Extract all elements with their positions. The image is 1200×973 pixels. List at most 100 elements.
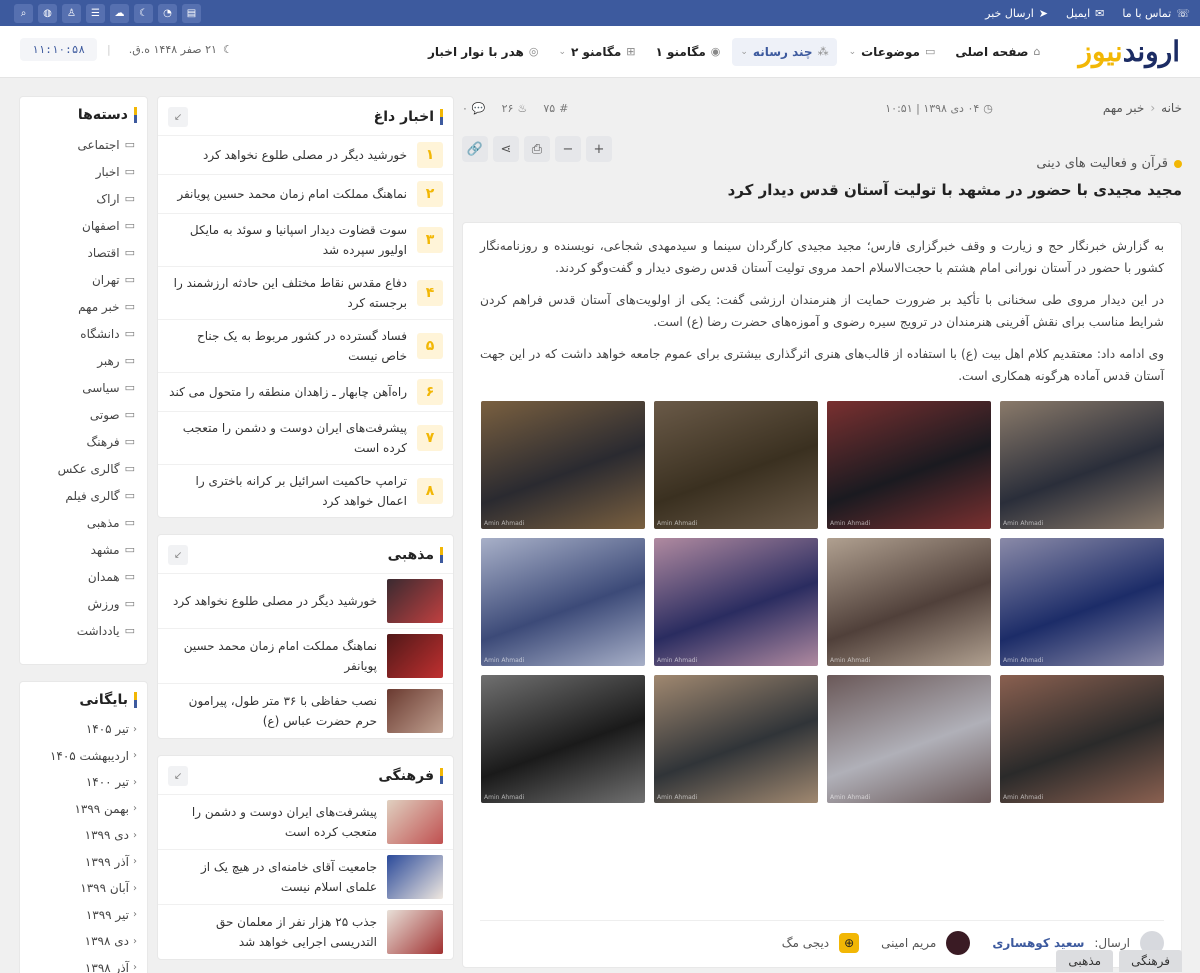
nav-item-4[interactable]: ⊞ مگامنو ۲ ⌄ [550, 38, 643, 66]
link-icon[interactable]: 🔗 [462, 136, 488, 162]
likes[interactable]: ♨ ۲۶ [502, 102, 528, 115]
list-item[interactable]: پیشرفت‌های ایران دوست و دشمن را متعجب کر… [158, 794, 453, 849]
tag-link[interactable]: فرهنگی [1119, 950, 1182, 972]
comments[interactable]: 💬 ۰ [462, 102, 486, 115]
list-item[interactable]: نماهنگ مملکت امام زمان محمد حسین پویانفر [158, 628, 453, 683]
list-item-title: ترامپ حاکمیت اسرائیل بر کرانه باختری را … [195, 474, 408, 508]
gallery-photo[interactable]: Amin Ahmadi [827, 401, 991, 529]
gallery-photo[interactable]: Amin Ahmadi [827, 675, 991, 803]
rss-icon[interactable]: ◔ [158, 3, 177, 23]
archive-item[interactable]: ‹ تیر ۱۴۰۰ [20, 769, 147, 796]
tag-link[interactable]: مذهبی [1056, 950, 1114, 972]
category-item[interactable]: ▭ مذهبی [20, 509, 147, 536]
category-item[interactable]: ▭ اخبار [20, 158, 147, 185]
font-increase-icon[interactable]: + [586, 136, 612, 162]
list-item[interactable]: ۸ ترامپ حاکمیت اسرائیل بر کرانه باختری را… [158, 464, 453, 517]
category-item[interactable]: ▭ دانشگاه [20, 320, 147, 347]
nav-item-5[interactable]: ◎ هدر با نوار اخبار [420, 38, 546, 66]
category-item[interactable]: ▭ خبر مهم [20, 293, 147, 320]
breadcrumb-category[interactable]: خبر مهم [1103, 101, 1144, 115]
category-item[interactable]: ▭ تهران [20, 266, 147, 293]
category-item[interactable]: ▭ یادداشت [20, 617, 147, 644]
list-item-title: پیشرفت‌های ایران دوست و دشمن را متعجب کر… [182, 421, 407, 455]
archive-item[interactable]: ‹ دی ۱۳۹۸ [20, 928, 147, 955]
category-item[interactable]: ▭ همدان [20, 563, 147, 590]
category-item[interactable]: ▭ سیاسی [20, 374, 147, 401]
list-item[interactable]: جذب ۲۵ هزار نفر از معلمان حق التدریسی اج… [158, 904, 453, 959]
contact-link[interactable]: ☏ تماس با ما [1122, 7, 1190, 20]
gallery-photo[interactable]: Amin Ahmadi [827, 538, 991, 666]
category-item[interactable]: ▭ اجتماعی [20, 131, 147, 158]
category-item[interactable]: ▭ اراک [20, 185, 147, 212]
list-item[interactable]: ۲ نماهنگ مملکت امام زمان محمد حسین پویانف… [158, 174, 453, 213]
gallery-photo[interactable]: Amin Ahmadi [1000, 401, 1164, 529]
gallery-photo[interactable]: Amin Ahmadi [1000, 538, 1164, 666]
folder-icon: ▭ [124, 273, 135, 286]
category-item[interactable]: ▭ اصفهان [20, 212, 147, 239]
category-item[interactable]: ▭ صوتی [20, 401, 147, 428]
database-icon[interactable]: ☰ [86, 3, 105, 23]
breadcrumb-home[interactable]: خانه [1161, 101, 1182, 115]
category-item[interactable]: ▭ اقتصاد [20, 239, 147, 266]
search-icon[interactable]: ⌕ [14, 3, 33, 23]
list-item[interactable]: نصب حفاظی با ۳۶ متر طول، پیرامون حرم حضر… [158, 683, 453, 738]
source-name[interactable]: دیجی مگ [782, 936, 829, 950]
send-news-link[interactable]: ➤ ارسال خبر [985, 7, 1048, 20]
archive-item[interactable]: ‹ تیر ۱۴۰۵ [20, 716, 147, 743]
cloud-icon[interactable]: ☁ [110, 3, 129, 23]
grid-icon: ⁂ [817, 45, 829, 58]
list-item[interactable]: ۶ راه‌آهن چابهار ـ زاهدان منطقه را متحول … [158, 372, 453, 411]
nav-item-1[interactable]: ▭ موضوعات ⌄ [841, 38, 944, 66]
list-item[interactable]: ۳ سوت قضاوت دیدار اسپانیا و سوئد به مایکل… [158, 213, 453, 266]
archive-item[interactable]: ‹ آذر ۱۳۹۸ [20, 955, 147, 973]
list-item[interactable]: ۷ پیشرفت‌های ایران دوست و دشمن را متعجب ک… [158, 411, 453, 464]
list-item[interactable]: خورشید دیگر در مصلی طلوع نخواهد کرد [158, 573, 453, 628]
arrow-icon[interactable]: ↙ [168, 766, 188, 786]
archive-item[interactable]: ‹ آبان ۱۳۹۹ [20, 875, 147, 902]
gallery-photo[interactable]: Amin Ahmadi [481, 675, 645, 803]
archive-item[interactable]: ‹ دی ۱۳۹۹ [20, 822, 147, 849]
gallery-photo[interactable]: Amin Ahmadi [654, 401, 818, 529]
category-item[interactable]: ▭ گالری فیلم [20, 482, 147, 509]
archive-item[interactable]: ‹ آذر ۱۳۹۹ [20, 849, 147, 876]
site-logo[interactable]: اروندنیوز [1078, 35, 1181, 68]
share-icon[interactable]: ⋖ [493, 136, 519, 162]
photo-caption: Amin Ahmadi [484, 794, 525, 801]
archive-item[interactable]: ‹ تیر ۱۳۹۹ [20, 902, 147, 929]
database-2-icon[interactable]: ▤ [182, 3, 201, 23]
article-title: مجید مجیدی با حضور در مشهد با تولیت آستا… [727, 181, 1182, 199]
list-item[interactable]: ۵ فساد گسترده در کشور مربوط به یک جناح خا… [158, 319, 453, 372]
user-icon[interactable]: ♙ [62, 3, 81, 23]
category-item[interactable]: ▭ رهبر [20, 347, 147, 374]
print-icon[interactable]: ⎙ [524, 136, 550, 162]
author-link[interactable]: سعید کوهساری [992, 936, 1084, 950]
nav-item-2[interactable]: ⁂ چند رسانه ⌄ [732, 37, 837, 66]
email-link[interactable]: ✉ ایمیل [1066, 7, 1104, 20]
list-item[interactable]: ۱ خورشید دیگر در مصلی طلوع نخواهد کرد [158, 135, 453, 174]
arrow-icon[interactable]: ↙ [168, 545, 188, 565]
nav-item-label: هدر با نوار اخبار [427, 44, 524, 59]
list-item[interactable]: جامعیت آقای خامنه‌ای در هیچ یک از علمای … [158, 849, 453, 904]
nav-item-0[interactable]: ⌂ صفحه اصلی [947, 38, 1048, 66]
editor-name[interactable]: مریم امینی [881, 936, 936, 950]
category-item[interactable]: ▭ گالری عکس [20, 455, 147, 482]
category-item[interactable]: ▭ ورزش [20, 590, 147, 617]
gallery-photo[interactable]: Amin Ahmadi [654, 675, 818, 803]
arrow-icon[interactable]: ↙ [168, 107, 188, 127]
hot-news-widget: اخبار داغ ↙ ۱ خورشید دیگر در مصلی طلوع نخ… [157, 96, 454, 518]
archive-item[interactable]: ‹ اردیبهشت ۱۴۰۵ [20, 743, 147, 770]
gallery-photo[interactable]: Amin Ahmadi [1000, 675, 1164, 803]
category-item[interactable]: ▭ مشهد [20, 536, 147, 563]
gallery-photo[interactable]: Amin Ahmadi [654, 538, 818, 666]
nav-item-3[interactable]: ◉ مگامنو ۱ [647, 38, 728, 66]
widget-title: فرهنگی [378, 768, 443, 784]
font-decrease-icon[interactable]: − [555, 136, 581, 162]
dribbble-icon[interactable]: ◍ [38, 3, 57, 23]
gallery-photo[interactable]: Amin Ahmadi [481, 401, 645, 529]
gallery-photo[interactable]: Amin Ahmadi [481, 538, 645, 666]
list-item[interactable]: ۴ دفاع مقدس نقاط مختلف این حادثه ارزشمند … [158, 266, 453, 319]
moon-icon[interactable]: ☾ [134, 3, 153, 23]
folder-icon: ▭ [124, 624, 135, 637]
category-item[interactable]: ▭ فرهنگ [20, 428, 147, 455]
archive-item[interactable]: ‹ بهمن ۱۳۹۹ [20, 796, 147, 823]
